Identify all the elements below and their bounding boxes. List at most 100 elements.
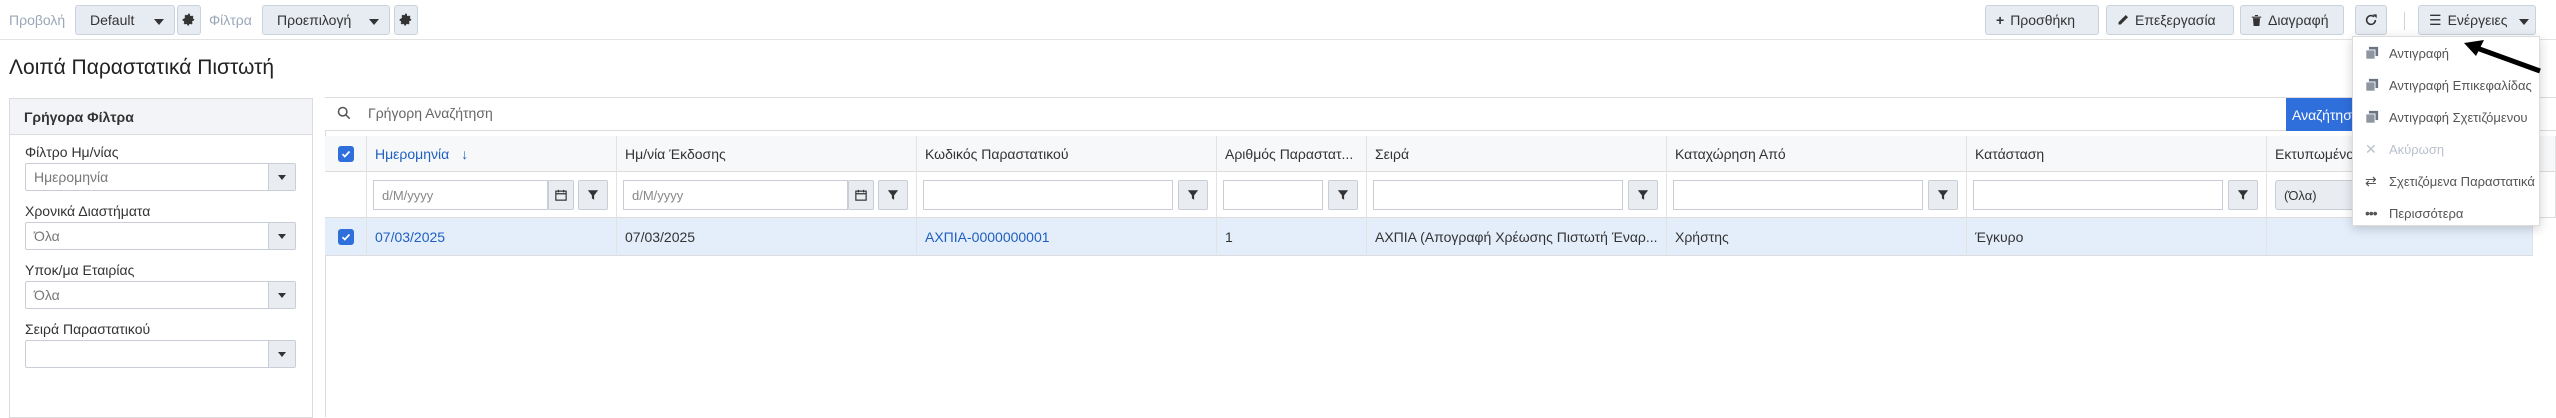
column-header-document-code[interactable]: Κωδικός Παραστατικού: [917, 136, 1217, 172]
entered-by-filter-cell: [1667, 172, 1967, 218]
select-all-cell: [325, 136, 367, 172]
copy-icon: [2365, 110, 2389, 124]
search-icon: [337, 106, 351, 123]
company-branch-select[interactable]: Όλα: [25, 281, 296, 309]
calendar-button[interactable]: [848, 180, 874, 210]
column-header-series[interactable]: Σειρά: [1367, 136, 1667, 172]
pencil-icon: [2118, 14, 2129, 25]
filter-settings-button[interactable]: [394, 5, 418, 35]
filter-dropdown[interactable]: Προεπιλογή: [262, 5, 390, 35]
more-icon: •••: [2365, 205, 2378, 221]
status-filter-button[interactable]: [2228, 180, 2258, 210]
menu-item-cancel-label: Ακύρωση: [2389, 141, 2445, 157]
issue-date-filter-input-placeholder: d/M/yyyy: [632, 187, 684, 203]
filter-icon: [1337, 190, 1349, 200]
chevron-down-icon: [268, 282, 295, 308]
date-filter-label: Φίλτρο Ημ/νίας: [25, 144, 119, 160]
actions-button-label: Ενέργειες: [2447, 12, 2508, 28]
menu-item-copy-label: Αντιγραφή: [2389, 45, 2450, 61]
filter-icon: [887, 190, 899, 200]
column-header-entered-by[interactable]: Καταχώρηση Από: [1667, 136, 1967, 172]
column-header-date-label: Ημερομηνία: [375, 145, 450, 162]
series-filter-cell: [1367, 172, 1667, 218]
pointer-arrow-icon: [2464, 40, 2541, 74]
filter-icon: [1937, 190, 1949, 200]
filter-value: Προεπιλογή: [277, 12, 352, 28]
menu-item-cancel: ✕ Ακύρωση: [2353, 133, 2541, 165]
sort-down-icon: ↓: [461, 145, 469, 162]
edit-button-label: Επεξεργασία: [2135, 12, 2216, 28]
delete-button[interactable]: Διαγραφή: [2240, 5, 2344, 35]
column-header-date[interactable]: Ημερομηνία ↓: [367, 136, 617, 172]
row-checkbox[interactable]: [337, 228, 354, 245]
issue-date-filter-button[interactable]: [878, 180, 908, 210]
column-header-issue-date[interactable]: Ημ/νία Έκδοσης: [617, 136, 917, 172]
code-filter-input[interactable]: [923, 180, 1173, 210]
table-row-status: Έγκυρο: [1967, 218, 2267, 256]
date-filter-button[interactable]: [578, 180, 608, 210]
view-dropdown[interactable]: Default: [75, 5, 175, 35]
menu-item-more[interactable]: ••• Περισσότερα: [2353, 197, 2541, 229]
filter-icon: [1637, 190, 1649, 200]
column-header-status[interactable]: Κατάσταση: [1967, 136, 2267, 172]
refresh-button[interactable]: [2355, 5, 2387, 35]
company-branch-value: Όλα: [34, 287, 60, 303]
time-periods-label: Χρονικά Διαστήματα: [25, 203, 151, 219]
select-all-checkbox[interactable]: [337, 145, 354, 162]
status-filter-cell: [1967, 172, 2267, 218]
menu-item-more-label: Περισσότερα: [2389, 205, 2464, 221]
edit-button[interactable]: Επεξεργασία: [2106, 5, 2234, 35]
close-icon: ✕: [2365, 140, 2377, 157]
number-filter-cell: [1217, 172, 1367, 218]
filter-icon: [587, 190, 599, 200]
series-filter-button[interactable]: [1628, 180, 1658, 210]
calendar-button[interactable]: [548, 180, 574, 210]
row-code-link[interactable]: ΑΧΠΙΑ-0000000001: [925, 229, 1050, 245]
row-date-link[interactable]: 07/03/2025: [375, 229, 445, 245]
code-filter-button[interactable]: [1178, 180, 1208, 210]
date-filter-input[interactable]: d/M/yyyy: [373, 180, 548, 210]
number-filter-button[interactable]: [1328, 180, 1358, 210]
menu-item-copy-related-label: Αντιγραφή Σχετιζόμενου: [2389, 109, 2528, 125]
quick-filters-header: Γρήγορα Φίλτρα: [10, 99, 312, 135]
page-title: Λοιπά Παραστατικά Πιστωτή: [9, 56, 275, 79]
column-header-document-number[interactable]: Αριθμός Παραστατ...: [1217, 136, 1367, 172]
entered-by-filter-input[interactable]: [1673, 180, 1923, 210]
quick-search-bar: [325, 97, 2556, 131]
search-input[interactable]: Γρήγορη Αναζήτηση: [368, 105, 493, 121]
table-row-date[interactable]: 07/03/2025: [367, 218, 617, 256]
add-button-label: Προσθήκη: [2010, 12, 2076, 28]
chevron-down-icon: [268, 341, 295, 367]
menu-item-copy-header-label: Αντιγραφή Επικεφαλίδας: [2389, 77, 2532, 93]
table-row-code[interactable]: ΑΧΠΙΑ-0000000001: [917, 218, 1217, 256]
number-filter-input[interactable]: [1223, 180, 1323, 210]
menu-icon: ☰: [2429, 11, 2442, 28]
issue-date-filter-input[interactable]: d/M/yyyy: [623, 180, 848, 210]
menu-item-related-documents-label: Σχετιζόμενα Παραστατικά: [2389, 173, 2535, 189]
status-filter-input[interactable]: [1973, 180, 2223, 210]
issue-date-filter-cell: d/M/yyyy: [617, 172, 917, 218]
time-periods-value: Όλα: [34, 228, 60, 244]
exchange-icon: ⇄: [2365, 172, 2377, 189]
search-button[interactable]: Αναζήτηση: [2286, 98, 2356, 131]
trash-icon: [2251, 14, 2262, 26]
filter-icon: [1187, 190, 1199, 200]
delete-button-label: Διαγραφή: [2268, 12, 2329, 28]
menu-item-related-documents[interactable]: ⇄ Σχετιζόμενα Παραστατικά: [2353, 165, 2541, 197]
check-icon: [341, 233, 350, 241]
series-filter-input[interactable]: [1373, 180, 1623, 210]
view-value: Default: [90, 12, 135, 28]
date-filter-cell: d/M/yyyy: [367, 172, 617, 218]
actions-button[interactable]: ☰ Ενέργειες: [2418, 5, 2536, 35]
menu-item-copy-related[interactable]: Αντιγραφή Σχετιζόμενου: [2353, 101, 2541, 133]
date-filter-select[interactable]: Ημερομηνία: [25, 163, 296, 191]
table-row-entered-by: Χρήστης: [1667, 218, 1967, 256]
add-button[interactable]: + Προσθήκη: [1985, 5, 2099, 35]
view-label: Προβολή: [9, 12, 66, 28]
time-periods-select[interactable]: Όλα: [25, 222, 296, 250]
toolbar-divider: [2404, 12, 2405, 30]
document-series-select[interactable]: [25, 340, 296, 368]
view-settings-button[interactable]: [177, 5, 201, 35]
date-filter-placeholder: Ημερομηνία: [34, 169, 109, 185]
entered-by-filter-button[interactable]: [1928, 180, 1958, 210]
